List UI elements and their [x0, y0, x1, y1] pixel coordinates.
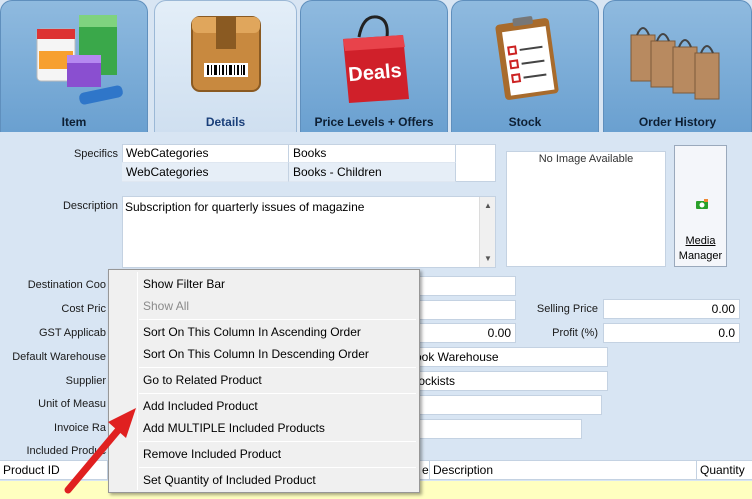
destination-field[interactable]	[410, 276, 516, 296]
tab-details-label: Details	[205, 115, 246, 129]
column-truncated[interactable]: e	[420, 461, 430, 480]
svg-text:Deals: Deals	[347, 60, 402, 87]
tab-order-history[interactable]: Order History	[603, 0, 752, 132]
tab-price-levels-label: Price Levels + Offers	[314, 115, 434, 129]
profit-field[interactable]: 0.0	[603, 323, 740, 343]
description-label: Description	[62, 200, 118, 212]
invoice-rate-label: Invoice Ra	[54, 422, 106, 434]
supplier-field[interactable]: tockists	[410, 371, 608, 391]
product-boxes-icon	[36, 15, 123, 105]
media-manager-label: Media Manager	[675, 234, 726, 264]
specifics-row[interactable]: WebCategories Books - Children	[122, 163, 456, 182]
no-image-text: No Image Available	[538, 153, 634, 165]
context-menu: Show Filter Bar Show All Sort On This Co…	[108, 269, 420, 493]
invoice-rate-field[interactable]	[410, 419, 582, 439]
profit-label: Profit (%)	[552, 327, 598, 339]
gst-value: 0.00	[487, 326, 511, 340]
cost-price-field[interactable]	[410, 300, 516, 320]
menu-item-go-to-related-product[interactable]: Go to Related Product	[143, 373, 262, 387]
supplier-value: tockists	[415, 374, 456, 388]
selling-price-value: 0.00	[711, 302, 735, 316]
unit-of-measure-field[interactable]	[410, 395, 602, 415]
warehouse-value: ook Warehouse	[415, 350, 499, 364]
tab-order-history-label: Order History	[638, 115, 717, 129]
destination-label: Destination Coo	[27, 279, 106, 291]
shopping-bags-icon	[630, 27, 719, 100]
menu-item-sort-ascending[interactable]: Sort On This Column In Ascending Order	[143, 325, 361, 339]
default-warehouse-label: Default Warehouse	[12, 351, 106, 363]
menu-item-remove-included-product[interactable]: Remove Included Product	[143, 447, 281, 461]
deals-bag-icon: Deals	[343, 15, 409, 103]
menu-separator	[139, 467, 416, 468]
specifics-row[interactable]: WebCategories Books	[122, 144, 456, 163]
column-quantity[interactable]: Quantity	[697, 461, 752, 480]
tab-price-levels-offers[interactable]: Deals Price Levels + Offers	[300, 0, 448, 132]
tab-details[interactable]: Details	[154, 0, 297, 132]
profit-value: 0.0	[718, 326, 735, 340]
gst-label: GST Applicab	[38, 327, 106, 339]
included-products-label: Included Produc	[26, 445, 107, 457]
media-manager-button[interactable]: Media Manager	[674, 145, 727, 267]
tab-stock[interactable]: Stock	[451, 0, 599, 132]
specifics-label: Specifics	[73, 148, 118, 160]
selling-price-field[interactable]: 0.00	[603, 299, 740, 319]
inventory-clipboard-icon	[495, 16, 559, 100]
gst-field[interactable]: 0.00	[410, 323, 516, 343]
selling-price-label: Selling Price	[536, 303, 598, 315]
description-scrollbar[interactable]: ▲ ▼	[479, 197, 495, 267]
camera-icon	[696, 199, 708, 209]
scroll-up-icon[interactable]: ▲	[480, 201, 496, 210]
cardboard-box-icon	[190, 16, 261, 92]
specifics-grid[interactable]: WebCategories Books WebCategories Books …	[122, 144, 456, 182]
cost-price-label: Cost Pric	[61, 303, 106, 315]
menu-separator	[139, 367, 416, 368]
tab-strip: Item Details Deals Price Levels + Offers…	[0, 0, 752, 132]
scroll-down-icon[interactable]: ▼	[480, 254, 496, 263]
tab-item[interactable]: Item	[0, 0, 148, 132]
specifics-category: WebCategories	[122, 163, 289, 182]
menu-item-add-multiple-included-products[interactable]: Add MULTIPLE Included Products	[143, 421, 325, 435]
menu-item-sort-descending[interactable]: Sort On This Column In Descending Order	[143, 347, 369, 361]
menu-item-add-included-product[interactable]: Add Included Product	[143, 399, 258, 413]
menu-icon-gutter	[137, 272, 138, 490]
image-panel: No Image Available	[506, 151, 666, 267]
specifics-value: Books - Children	[289, 163, 456, 182]
tab-stock-label: Stock	[508, 115, 542, 129]
tab-item-label: Item	[61, 115, 87, 129]
column-description[interactable]: Description	[430, 461, 697, 480]
menu-item-show-filter-bar[interactable]: Show Filter Bar	[143, 277, 225, 291]
column-product-id[interactable]: Product ID	[0, 461, 108, 480]
description-text: Subscription for quarterly issues of mag…	[125, 200, 365, 214]
unit-of-measure-label: Unit of Measu	[38, 398, 106, 410]
media-label-line2: Manager	[678, 250, 723, 262]
menu-separator	[139, 393, 416, 394]
menu-separator	[139, 441, 416, 442]
default-warehouse-field[interactable]: ook Warehouse	[410, 347, 608, 367]
media-label-line1: Media	[685, 235, 716, 247]
menu-item-show-all[interactable]: Show All	[143, 299, 189, 313]
specifics-category: WebCategories	[122, 144, 289, 163]
description-field[interactable]: Subscription for quarterly issues of mag…	[122, 196, 496, 268]
menu-separator	[139, 319, 416, 320]
specifics-value: Books	[289, 144, 456, 163]
menu-item-set-quantity[interactable]: Set Quantity of Included Product	[143, 473, 316, 487]
supplier-label: Supplier	[65, 375, 106, 387]
